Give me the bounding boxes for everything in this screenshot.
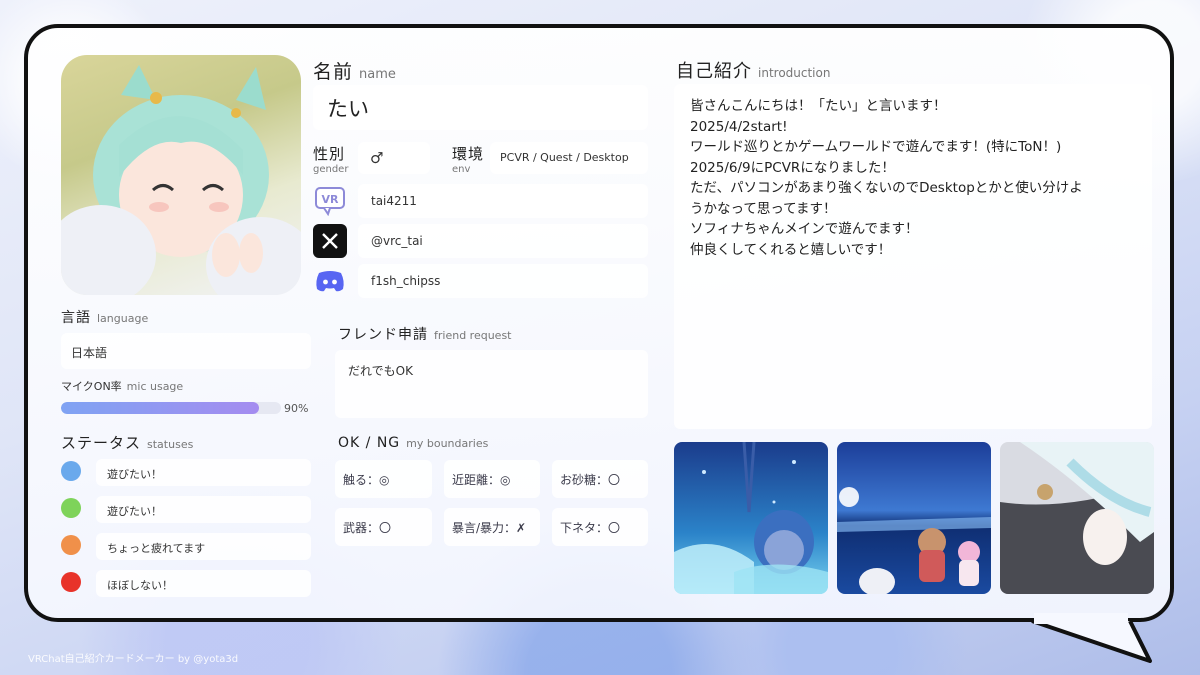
- statuses-heading: ステータス statuses: [61, 434, 194, 452]
- boundary-item: 下ネタ：〇: [552, 508, 648, 546]
- mic-usage-percent: 90%: [284, 402, 309, 415]
- introduction-line: ただ、パソコンがあまり強くないのでDesktopとかと使い分けよ: [690, 180, 1083, 196]
- env-heading: 環境 env: [452, 145, 485, 175]
- introduction-heading: 自己紹介 introduction: [676, 61, 831, 82]
- status-text: 遊びたい！: [96, 496, 311, 523]
- language-heading: 言語 language: [61, 310, 149, 326]
- gallery-photo-closeup: [1000, 442, 1154, 594]
- mic-usage-bar: [61, 402, 281, 414]
- x-handle-field: @vrc_tai: [358, 224, 648, 258]
- status-color-dot: [61, 572, 81, 592]
- avatar-image: [61, 55, 301, 295]
- introduction-text: 皆さんこんにちは！「たい」と言います！ 2025/4/2start! ワールド巡りと…: [674, 84, 1152, 429]
- env-field: PCVR / Quest / Desktop: [490, 142, 648, 174]
- gender-field: ♂: [358, 142, 430, 174]
- introduction-line: 仲良くしてくれると嬉しいです！: [690, 241, 892, 258]
- introduction-line: うかなって思ってます！: [690, 200, 837, 217]
- mic-usage-fill: [61, 402, 259, 414]
- status-text: 遊びたい！: [96, 459, 311, 486]
- boundary-item: 触る：◎: [335, 460, 432, 498]
- boundary-item: 暴言/暴力：✗: [444, 508, 540, 546]
- mic-usage-heading: マイクON率 mic usage: [61, 380, 184, 393]
- boundary-item: 武器：〇: [335, 508, 432, 546]
- boundaries-heading: OK / NG my boundaries: [338, 435, 489, 451]
- discord-id-field: f1sh_chipss: [358, 264, 648, 298]
- name-heading: 名前 name: [313, 61, 396, 83]
- discord-icon: [313, 264, 347, 298]
- language-field: 日本語: [61, 333, 311, 369]
- vrchat-icon: VR: [313, 184, 347, 218]
- gender-heading: 性別 gender: [313, 145, 349, 175]
- introduction-line: ソフィナちゃんメインで遊んでます！: [690, 221, 919, 237]
- introduction-line: 皆さんこんにちは！「たい」と言います！: [690, 98, 947, 114]
- boundary-item: 近距離：◎: [444, 460, 540, 498]
- name-field: たい: [313, 85, 648, 130]
- vrchat-id-field: tai4211: [358, 184, 648, 218]
- speech-bubble-tail: [1031, 613, 1152, 663]
- status-color-dot: [61, 498, 81, 518]
- status-color-dot: [61, 461, 81, 481]
- gallery-photo-night-flowers: [674, 442, 828, 594]
- x-twitter-icon: [313, 224, 347, 258]
- boundary-item: お砂糖：〇: [552, 460, 648, 498]
- status-text: ちょっと疲れてます: [96, 533, 311, 560]
- introduction-line: 2025/4/2start!: [690, 118, 788, 135]
- footer-credit: VRChat自己紹介カードメーカー by @yota3d: [28, 654, 239, 665]
- svg-text:VR: VR: [322, 193, 340, 206]
- introduction-line: ワールド巡りとかゲームワールドで遊んでます！(特にToN！): [690, 139, 1062, 155]
- friend-request-field: だれでもOK: [335, 350, 648, 418]
- friend-request-heading: フレンド申請 friend request: [338, 327, 512, 343]
- gallery-photo-beach-sunset: [837, 442, 991, 594]
- status-text: ほぼしない！: [96, 570, 311, 597]
- status-color-dot: [61, 535, 81, 555]
- introduction-line: 2025/6/9にPCVRになりました！: [690, 159, 895, 176]
